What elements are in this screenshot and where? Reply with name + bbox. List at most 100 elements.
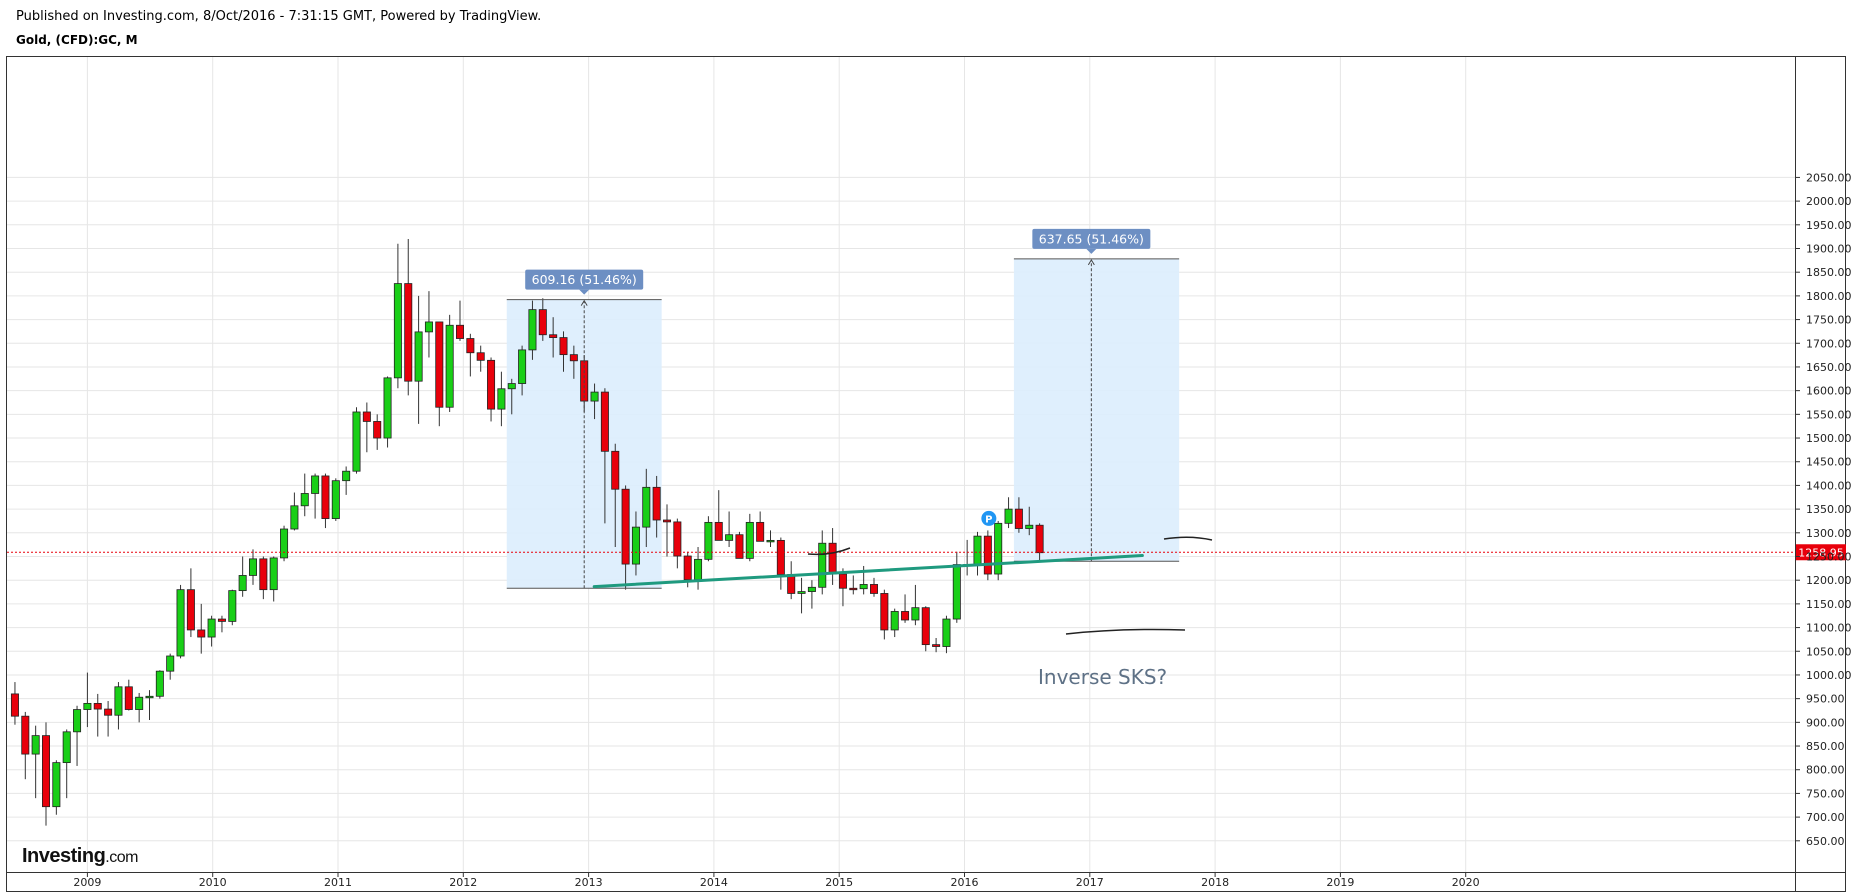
- candle-body: [890, 611, 899, 631]
- candle-body: [994, 522, 1003, 575]
- price-tick-label: 650.00: [1806, 835, 1845, 848]
- candle-body: [455, 324, 464, 339]
- candle-body: [838, 573, 847, 589]
- candle-body: [114, 686, 123, 716]
- candle-body: [414, 331, 423, 382]
- candle-body: [93, 702, 102, 710]
- price-tick-label: 1600.00: [1806, 385, 1852, 398]
- price-tick-label: 850.00: [1806, 740, 1845, 753]
- candle-body: [393, 283, 402, 379]
- price-tick-label: 2050.00: [1806, 171, 1852, 184]
- candle-body: [487, 359, 496, 410]
- time-axis[interactable]: 2009 2010 2011 2012 2013 2014 2015 2016 2017 2018…: [73, 872, 1480, 889]
- time-tick-label: 2011: [324, 876, 352, 889]
- annotation-text: Inverse SKS?: [1038, 665, 1167, 689]
- candle-body: [321, 475, 330, 519]
- candle-body: [611, 450, 620, 490]
- candle-body: [776, 539, 785, 575]
- candle-body: [600, 391, 609, 452]
- time-tick-label: 2013: [575, 876, 603, 889]
- price-chart[interactable]: 609.16 (51.46%)637.65 (51.46%)1258.95P 6…: [0, 0, 1853, 896]
- candle-body: [424, 321, 433, 333]
- candle-body: [342, 470, 351, 482]
- price-tick-label: 1850.00: [1806, 266, 1852, 279]
- price-tick-label: 1350.00: [1806, 503, 1852, 516]
- candle-body: [1025, 524, 1034, 529]
- candle-body: [300, 493, 309, 507]
- candle-body: [362, 411, 371, 422]
- candle-body: [631, 526, 640, 565]
- candle-body: [704, 521, 713, 560]
- projection-label: 609.16 (51.46%): [532, 272, 637, 287]
- candle-body: [735, 534, 744, 559]
- candle-body: [280, 528, 289, 559]
- candle-body: [207, 618, 216, 638]
- price-tick-label: 1300.00: [1806, 527, 1852, 540]
- time-tick-label: 2014: [700, 876, 728, 889]
- time-tick-label: 2012: [449, 876, 477, 889]
- candle-body: [73, 709, 82, 733]
- candle-body: [590, 391, 599, 402]
- candle-body: [766, 539, 775, 543]
- candle-body: [435, 321, 444, 408]
- price-tick-label: 1700.00: [1806, 337, 1852, 350]
- candle-body: [124, 686, 133, 710]
- price-tick-label: 800.00: [1806, 764, 1845, 777]
- candle-body: [21, 715, 30, 755]
- candle-body: [952, 564, 961, 620]
- candle-body: [135, 696, 144, 710]
- candle-body: [1004, 508, 1013, 524]
- candle-body: [352, 411, 361, 472]
- price-axis[interactable]: 650.00 700.00 750.00 800.00 850.00 900.00 950.…: [1795, 171, 1852, 848]
- candle-body: [714, 521, 723, 541]
- candle-body: [104, 708, 113, 716]
- candle-body: [31, 735, 40, 755]
- candle-body: [166, 655, 175, 672]
- candle-body: [155, 670, 164, 697]
- candle-body: [62, 731, 71, 764]
- candle-body: [445, 324, 454, 408]
- drawings: 609.16 (51.46%)637.65 (51.46%)1258.95P: [7, 228, 1846, 635]
- candle-body: [52, 762, 61, 808]
- candle-body: [176, 589, 185, 657]
- price-tick-label: 750.00: [1806, 787, 1845, 800]
- price-tick-label: 700.00: [1806, 811, 1845, 824]
- candle-body: [569, 354, 578, 362]
- price-tick-label: 1450.00: [1806, 456, 1852, 469]
- candle-body: [476, 352, 485, 361]
- candle-body: [197, 629, 206, 638]
- time-tick-label: 2019: [1326, 876, 1354, 889]
- investing-logo: Investing.com: [22, 845, 139, 867]
- candle-body: [228, 590, 237, 622]
- candle-body: [259, 558, 268, 591]
- candle-body: [528, 309, 537, 351]
- price-tick-label: 1050.00: [1806, 645, 1852, 658]
- candle-body: [549, 334, 558, 338]
- price-tick-label: 1200.00: [1806, 574, 1852, 587]
- candle-body: [797, 591, 806, 594]
- time-tick-label: 2010: [199, 876, 227, 889]
- time-tick-label: 2017: [1076, 876, 1104, 889]
- grid: [7, 57, 1795, 872]
- candle-body: [663, 519, 672, 523]
- candle-body: [559, 337, 568, 356]
- price-tick-label: 950.00: [1806, 693, 1845, 706]
- candle-body: [311, 475, 320, 494]
- badge-pointer: [1086, 248, 1097, 254]
- price-tick-label: 1950.00: [1806, 219, 1852, 232]
- chart-frame: [6, 56, 1846, 892]
- price-tick-label: 1650.00: [1806, 361, 1852, 374]
- candle-body: [373, 421, 382, 439]
- candle-body: [673, 521, 682, 557]
- candle-body: [921, 607, 930, 646]
- price-tick-label: 1250.00: [1806, 550, 1852, 563]
- candle-body: [42, 735, 51, 808]
- candle-body: [973, 535, 982, 566]
- candle-body: [331, 480, 340, 519]
- price-tick-label: 900.00: [1806, 716, 1845, 729]
- head-stroke: [1065, 628, 1186, 635]
- logo-text: Investing: [22, 845, 105, 867]
- candle-body: [1035, 524, 1044, 554]
- candle-body: [859, 584, 868, 590]
- candle-body: [642, 486, 651, 528]
